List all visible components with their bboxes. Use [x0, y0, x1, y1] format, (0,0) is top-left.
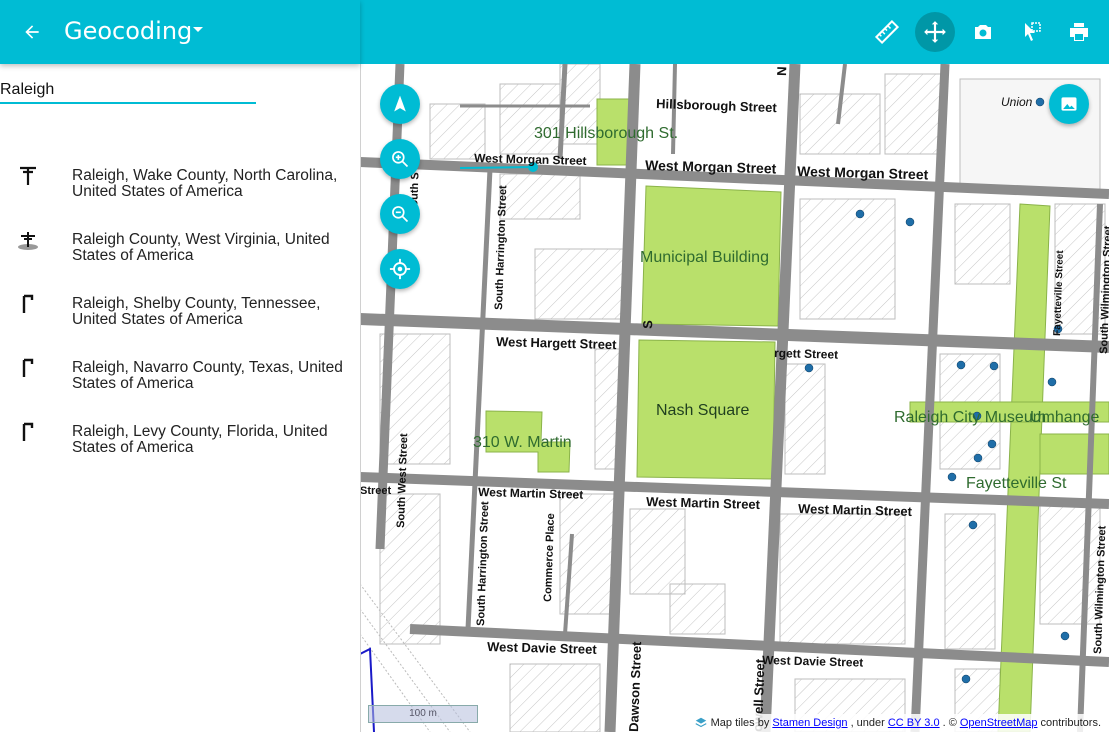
- park-label: Umhange: [1030, 409, 1099, 426]
- street-label: West Morgan Street: [474, 151, 587, 168]
- result-label: Raleigh, Levy County, Florida, United St…: [72, 423, 328, 456]
- pan-move-icon: [924, 21, 946, 43]
- map-view[interactable]: Hillsborough Street West Morgan Street W…: [360, 64, 1109, 732]
- park-label: Raleigh City Museum: [894, 409, 1046, 426]
- street-label: West Davie Street: [487, 639, 598, 657]
- measure-line: [459, 166, 534, 169]
- back-button[interactable]: [18, 18, 46, 46]
- title-dropdown-caret[interactable]: [193, 27, 203, 32]
- result-label: Raleigh, Shelby County, Tennessee, Unite…: [72, 295, 321, 328]
- zoom-in-button[interactable]: [380, 139, 420, 179]
- place-flag-icon: [16, 420, 40, 444]
- attribution-under: , under: [850, 717, 885, 729]
- street-label: West Martin Street: [478, 485, 583, 502]
- map-canvas: Hillsborough Street West Morgan Street W…: [360, 64, 1109, 732]
- zoom-in-icon: [392, 151, 409, 168]
- select-button[interactable]: [1011, 12, 1051, 52]
- pan-button[interactable]: [915, 12, 955, 52]
- navigation-arrow-icon: [394, 95, 406, 112]
- print-icon: [1070, 23, 1088, 41]
- map-toolbar: [867, 12, 1099, 52]
- city-icon: [16, 164, 40, 188]
- park-label: Fayetteville St: [966, 475, 1067, 492]
- list-item[interactable]: Raleigh, Wake County, North Carolina, Un…: [0, 160, 360, 224]
- place-flag-icon: [16, 292, 40, 316]
- sidebar-header: Geocoding: [0, 0, 360, 64]
- zoom-out-button[interactable]: [380, 194, 420, 234]
- zoom-out-icon: [392, 206, 409, 223]
- park-label: Municipal Building: [640, 249, 769, 266]
- result-label: Raleigh County, West Virginia, United St…: [72, 231, 330, 264]
- camera-icon: [975, 25, 991, 39]
- park-label: Nash Square: [656, 402, 749, 419]
- basemap-button[interactable]: [1049, 84, 1089, 124]
- select-cursor-icon: [1025, 22, 1041, 41]
- page-title: Geocoding: [64, 17, 193, 45]
- list-item[interactable]: Raleigh, Navarro County, Texas, United S…: [0, 352, 360, 416]
- attribution-prefix: Map tiles by: [710, 717, 770, 729]
- screenshot-button[interactable]: [963, 12, 1003, 52]
- place-label: Union: [1001, 95, 1033, 109]
- north-arrow-button[interactable]: [380, 84, 420, 124]
- layers-icon: [695, 717, 707, 728]
- street-label: West Martin Street: [798, 501, 913, 519]
- street-label: Street: [360, 485, 392, 497]
- gps-locate-icon: [389, 258, 411, 280]
- street-label: Dawson Street: [626, 641, 644, 732]
- arrow-back-icon: [25, 25, 39, 39]
- print-button[interactable]: [1059, 12, 1099, 52]
- results-list: Raleigh, Wake County, North Carolina, Un…: [0, 160, 360, 480]
- place-flag-icon: [16, 356, 40, 380]
- street-label: West Martin Street: [646, 494, 761, 512]
- county-icon: [16, 228, 40, 252]
- attribution-suffix: contributors.: [1040, 717, 1101, 729]
- list-item[interactable]: Raleigh, Shelby County, Tennessee, Unite…: [0, 288, 360, 352]
- attribution-osm-prefix: . ©: [942, 717, 957, 729]
- osm-link[interactable]: OpenStreetMap: [960, 717, 1038, 729]
- street-label: West Davie Street: [762, 653, 863, 670]
- list-item[interactable]: Raleigh County, West Virginia, United St…: [0, 224, 360, 288]
- park-label: 301 Hillsborough St.: [534, 125, 678, 142]
- geocoding-panel: Raleigh, Wake County, North Carolina, Un…: [0, 64, 361, 732]
- result-label: Raleigh, Navarro County, Texas, United S…: [72, 359, 343, 392]
- street-label: rgett Street: [774, 346, 838, 362]
- park-label: 310 W. Martin: [473, 434, 572, 451]
- ruler-icon: [875, 20, 899, 44]
- result-label: Raleigh, Wake County, North Carolina, Un…: [72, 167, 338, 200]
- street-label: S: [640, 320, 655, 330]
- scale-bar: 100 m: [368, 705, 478, 723]
- license-link[interactable]: CC BY 3.0: [888, 717, 940, 729]
- stamen-link[interactable]: Stamen Design: [772, 717, 847, 729]
- locate-button[interactable]: [380, 249, 420, 289]
- map-attribution: Map tiles by Stamen Design , under CC BY…: [689, 714, 1105, 732]
- ruler-button[interactable]: [867, 12, 907, 52]
- image-icon: [1061, 97, 1077, 111]
- street-label: West Hargett Street: [496, 334, 617, 352]
- search-input[interactable]: [0, 78, 256, 104]
- street-label: N: [774, 66, 789, 76]
- list-item[interactable]: Raleigh, Levy County, Florida, United St…: [0, 416, 360, 480]
